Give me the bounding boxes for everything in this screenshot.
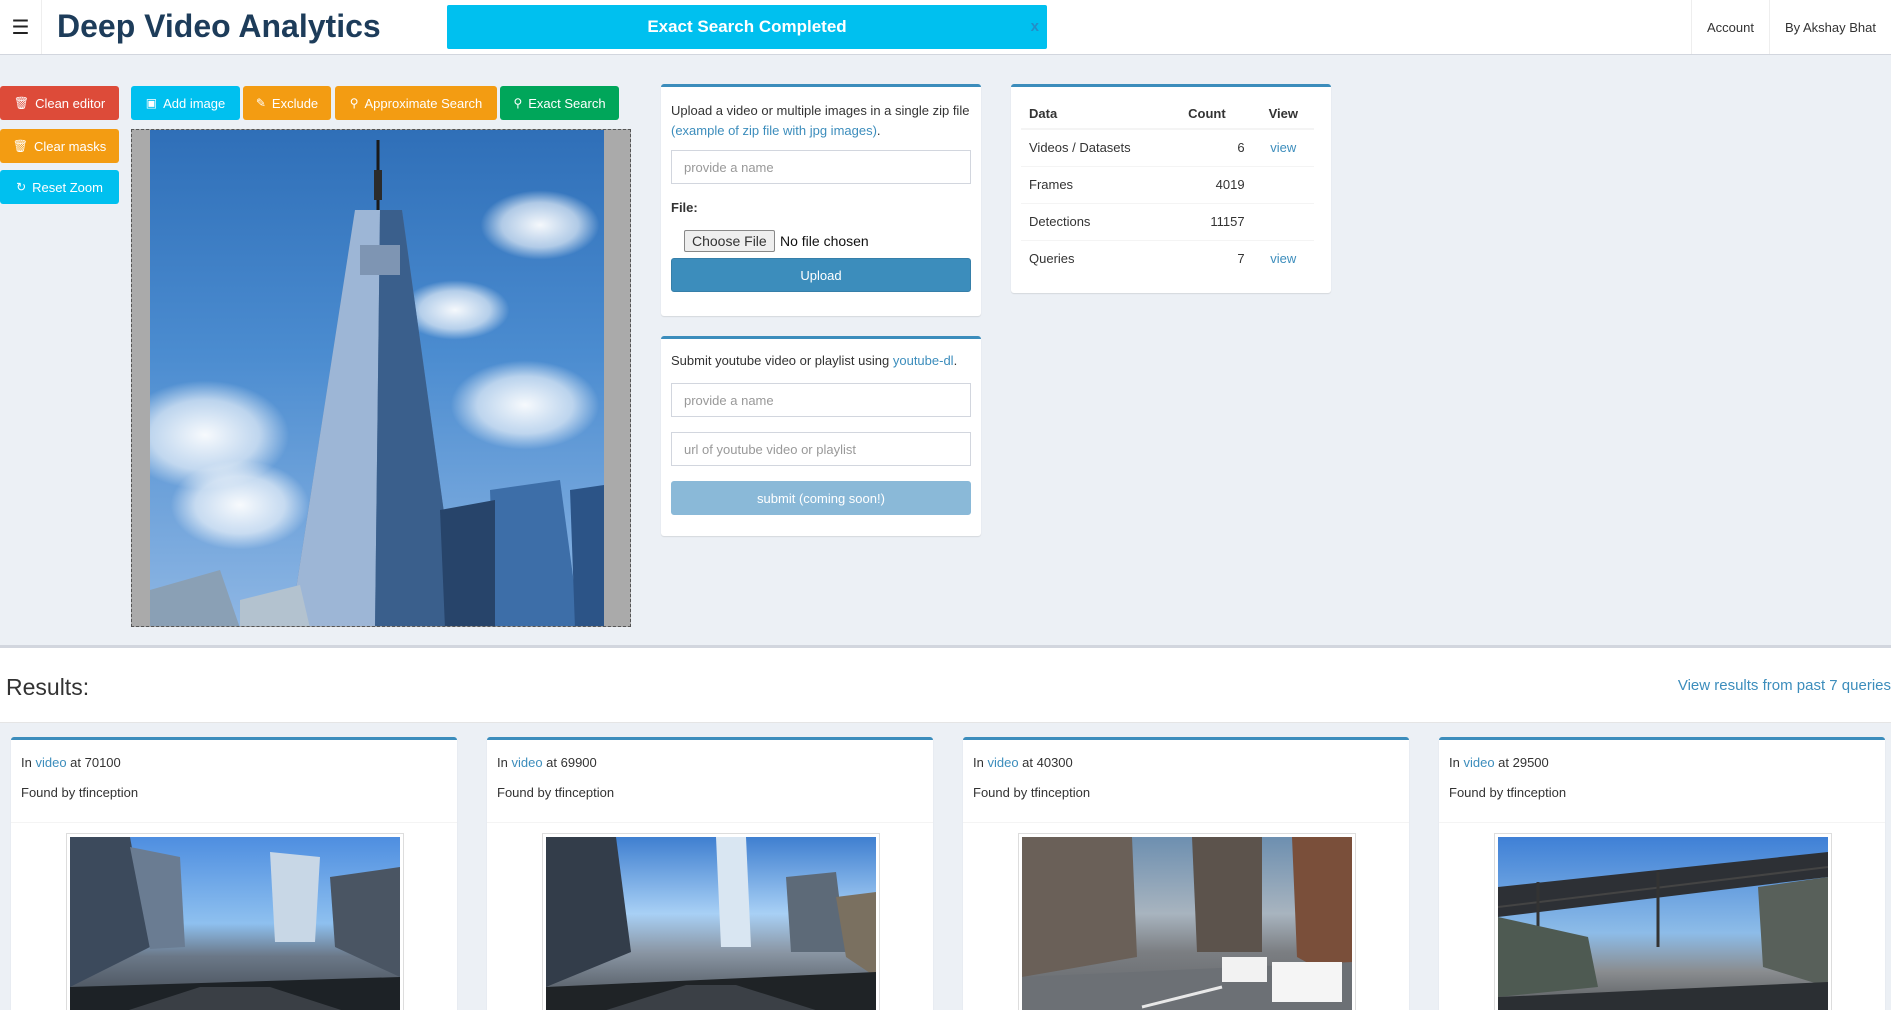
youtube-dl-link[interactable]: youtube-dl [893, 353, 954, 368]
result-thumbnail[interactable] [1018, 833, 1356, 1010]
row-label: Queries [1021, 239, 1181, 277]
query-image [150, 130, 604, 626]
row-label: Detections [1021, 202, 1181, 240]
result-location: In video at 29500 [1449, 755, 1549, 770]
search-icon: ⚲ [349, 96, 359, 110]
view-link[interactable]: view [1270, 140, 1296, 155]
table-row: Queries 7 view [1021, 239, 1314, 277]
view-link[interactable]: view [1270, 251, 1296, 266]
approximate-search-button[interactable]: ⚲ Approximate Search [335, 86, 497, 120]
upload-intro: Upload a video or multiple images in a s… [671, 103, 970, 138]
youtube-url-input[interactable] [671, 432, 971, 466]
table-row: Detections 11157 [1021, 202, 1314, 240]
add-image-button[interactable]: ▣ Add image [131, 86, 240, 120]
image-editor-canvas[interactable] [131, 129, 631, 627]
choose-file-button[interactable]: Choose File [684, 230, 775, 252]
trash-icon: 🗑 [12, 139, 28, 153]
submit-button[interactable]: submit (coming soon!) [671, 481, 971, 515]
column-header: View [1252, 99, 1314, 130]
row-label: Frames [1021, 165, 1181, 203]
result-source: Found by tfinception [973, 785, 1091, 800]
results-title: Results: [6, 674, 90, 700]
column-header: Count [1180, 99, 1253, 130]
image-icon: ▣ [145, 96, 158, 110]
row-count: 4019 [1180, 165, 1253, 203]
close-icon[interactable]: x [1031, 18, 1039, 35]
youtube-name-input[interactable] [671, 383, 971, 417]
refresh-icon: ↻ [16, 180, 27, 194]
file-label: File: [671, 200, 698, 215]
trash-icon: 🗑 [13, 96, 30, 110]
result-card: In video at 40300 Found by tfinception [963, 737, 1409, 1010]
video-link[interactable]: video [987, 755, 1018, 770]
youtube-panel: Submit youtube video or playlist using y… [661, 336, 981, 536]
row-count: 7 [1180, 239, 1253, 277]
column-header: Data [1021, 99, 1181, 130]
status-alert: Exact Search Completed x [447, 5, 1047, 49]
exact-search-button[interactable]: ⚲ Exact Search [500, 86, 619, 120]
top-navbar: ☰ Deep Video Analytics Exact Search Comp… [0, 0, 1891, 55]
result-thumbnail[interactable] [1494, 833, 1832, 1010]
result-card: In video at 70100 Found by tfinception [11, 737, 457, 1010]
upload-button[interactable]: Upload [671, 258, 971, 292]
nav-author[interactable]: By Akshay Bhat [1768, 0, 1891, 54]
clear-masks-button[interactable]: 🗑 Clear masks [0, 129, 119, 163]
clean-editor-button[interactable]: 🗑 Clean editor [0, 86, 119, 120]
hamburger-icon[interactable]: ☰ [0, 0, 42, 54]
video-link[interactable]: video [35, 755, 66, 770]
result-location: In video at 70100 [21, 755, 121, 770]
upload-panel: Upload a video or multiple images in a s… [661, 84, 981, 316]
zip-example-link[interactable]: (example of zip file with jpg images) [671, 123, 877, 138]
result-location: In video at 40300 [973, 755, 1073, 770]
table-row: Frames 4019 [1021, 165, 1314, 203]
result-card: In video at 29500 Found by tfinception [1439, 737, 1885, 1010]
video-link[interactable]: video [511, 755, 542, 770]
video-link[interactable]: video [1463, 755, 1494, 770]
pencil-icon: ✎ [255, 96, 266, 110]
row-count: 11157 [1180, 202, 1253, 240]
table-row: Videos / Datasets 6 view [1021, 128, 1314, 166]
search-icon: ⚲ [513, 96, 523, 110]
file-status: No file chosen [780, 233, 869, 249]
nav-account[interactable]: Account [1690, 0, 1769, 54]
app-title[interactable]: Deep Video Analytics [57, 8, 381, 45]
youtube-intro: Submit youtube video or playlist using y… [671, 353, 958, 368]
stats-table: Data Count View Videos / Datasets 6 view… [1021, 99, 1314, 277]
alert-message: Exact Search Completed [647, 17, 847, 36]
result-thumbnail[interactable] [66, 833, 404, 1010]
result-thumbnail[interactable] [542, 833, 880, 1010]
nav-right: Account By Akshay Bhat [1690, 0, 1891, 54]
result-source: Found by tfinception [21, 785, 139, 800]
row-label: Videos / Datasets [1021, 128, 1181, 166]
reset-zoom-button[interactable]: ↻ Reset Zoom [0, 170, 119, 204]
result-source: Found by tfinception [497, 785, 615, 800]
result-source: Found by tfinception [1449, 785, 1567, 800]
upload-name-input[interactable] [671, 150, 971, 184]
row-count: 6 [1180, 128, 1253, 166]
past-queries-link[interactable]: View results from past 7 queries [1678, 677, 1891, 694]
exclude-button[interactable]: ✎ Exclude [243, 86, 331, 120]
stats-panel: Data Count View Videos / Datasets 6 view… [1011, 84, 1331, 293]
result-card: In video at 69900 Found by tfinception [487, 737, 933, 1010]
result-location: In video at 69900 [497, 755, 597, 770]
